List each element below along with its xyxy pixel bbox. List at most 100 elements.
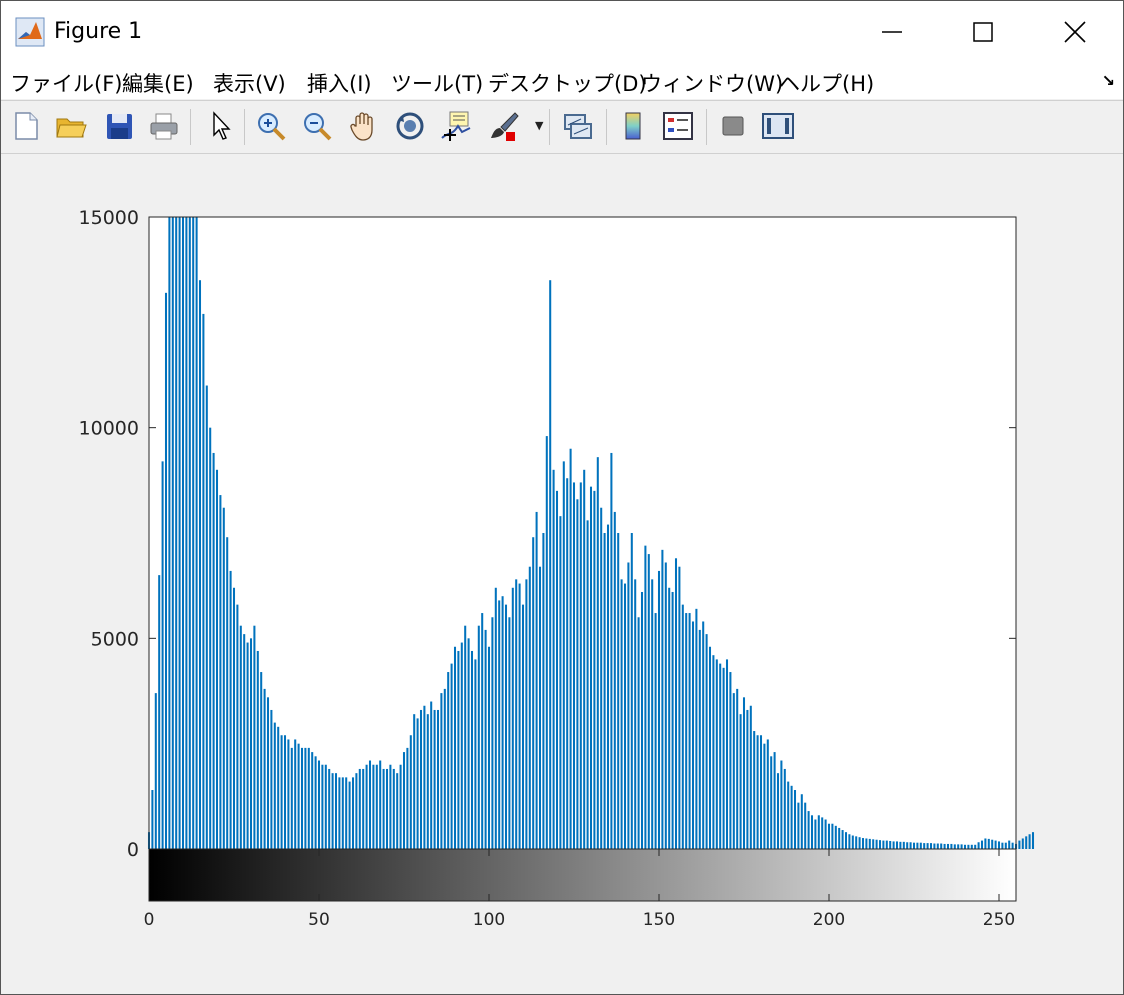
histogram-bar (518, 583, 521, 849)
edit-plot-button[interactable] (203, 108, 237, 144)
histogram-bar (698, 629, 701, 849)
histogram-bar (494, 587, 497, 849)
x-tick-label: 0 (144, 910, 155, 930)
maximize-button[interactable] (937, 1, 1029, 63)
histogram-bar (226, 537, 229, 849)
toolbar-separator (244, 109, 245, 145)
histogram-bar (753, 731, 756, 849)
histogram-bar (440, 693, 443, 849)
new-figure-button[interactable] (9, 108, 43, 144)
histogram-bar (583, 469, 586, 849)
insert-legend-button[interactable] (661, 108, 695, 144)
histogram-bar (872, 839, 875, 849)
histogram-bar (844, 832, 848, 849)
histogram-bar (552, 469, 555, 849)
rotate-3d-button[interactable] (393, 108, 427, 144)
histogram-bar (314, 756, 317, 849)
brush-dropdown-icon[interactable]: ▼ (535, 119, 543, 132)
histogram-bar (521, 604, 525, 849)
link-plot-button[interactable] (561, 108, 595, 144)
menu-tools[interactable]: ツール(T) (391, 68, 483, 98)
print-button[interactable] (147, 108, 181, 144)
toolbar-separator (606, 109, 607, 145)
minimize-button[interactable] (846, 1, 938, 63)
histogram-bar (419, 709, 423, 849)
histogram-bar (249, 638, 253, 849)
histogram-bar (256, 650, 259, 849)
menu-window[interactable]: ウィンドウ(W) (641, 68, 783, 98)
histogram-bar (766, 739, 769, 849)
show-plot-tools-button[interactable] (761, 108, 795, 144)
colorbar-icon (625, 112, 641, 140)
histogram-bar (222, 507, 225, 849)
insert-colorbar-button[interactable] (616, 108, 650, 144)
histogram-bar (742, 697, 746, 849)
maximize-icon (973, 22, 993, 42)
histogram-bar (1021, 838, 1024, 849)
histogram-bar (532, 537, 535, 849)
histogram-bar (300, 747, 304, 849)
histogram-bar (450, 663, 453, 849)
histogram-bar (858, 837, 861, 849)
x-tick-label: 50 (308, 910, 330, 930)
histogram-bar (205, 385, 208, 849)
histogram-bar (368, 760, 372, 849)
menu-desktop[interactable]: デスクトップ(D) (488, 68, 647, 98)
figure-toolbar: ▼ (1, 100, 1123, 154)
histogram-bar (739, 714, 742, 849)
histogram-bar (620, 579, 623, 849)
data-tip-icon (441, 111, 471, 141)
histogram-bar (688, 613, 691, 849)
title-bar[interactable]: Figure 1 (1, 1, 1123, 63)
menu-help[interactable]: ヘルプ(H) (779, 68, 874, 98)
histogram-bar (175, 217, 178, 849)
histogram-bar (382, 768, 385, 849)
histogram-bar (899, 841, 902, 849)
histogram-bar (151, 790, 154, 849)
histogram-bar (746, 709, 749, 849)
hide-plot-tools-button[interactable] (716, 108, 750, 144)
menu-file[interactable]: ファイル(F) (10, 68, 122, 98)
menu-view[interactable]: 表示(V) (213, 68, 286, 98)
data-cursor-button[interactable] (439, 108, 473, 144)
histogram-bar (916, 842, 919, 849)
histogram-bar (963, 844, 967, 849)
dock-arrow-icon[interactable]: ↘ (1102, 71, 1115, 90)
zoom-out-button[interactable] (300, 108, 334, 144)
histogram-bar (345, 777, 348, 849)
histogram-chart[interactable]: 0 5000 10000 15000 0 50 100 150 200 250 (1, 153, 1123, 993)
histogram-bar (392, 768, 395, 849)
y-tick-label: 10000 (79, 418, 139, 440)
menu-insert[interactable]: 挿入(I) (307, 68, 372, 98)
menu-edit[interactable]: 編集(E) (122, 68, 194, 98)
window-title: Figure 1 (54, 19, 143, 44)
histogram-bar (209, 427, 212, 849)
close-button[interactable] (1029, 1, 1121, 63)
histogram-bar (627, 562, 630, 849)
zoom-in-button[interactable] (254, 108, 288, 144)
matlab-icon (15, 17, 45, 47)
histogram-bar (158, 575, 161, 849)
histogram-bar (453, 646, 457, 849)
histogram-bar (290, 747, 293, 849)
save-button[interactable] (102, 108, 136, 144)
histogram-bar (572, 482, 576, 849)
histogram-bar (600, 507, 603, 849)
histogram-bar (984, 838, 987, 849)
histogram-bar (875, 839, 878, 849)
histogram-bar (549, 280, 552, 849)
histogram-bar (892, 841, 895, 849)
histogram-bar (188, 217, 191, 849)
histogram-bar (525, 579, 528, 849)
brush-button[interactable] (486, 108, 520, 144)
histogram-bar (722, 667, 725, 849)
toolbar-separator (706, 109, 707, 145)
histogram-bar (430, 701, 433, 849)
histogram-bar (838, 827, 841, 849)
histogram-bar (379, 760, 382, 849)
histogram-bar (399, 764, 402, 849)
open-file-button[interactable] (54, 108, 88, 144)
pan-button[interactable] (347, 108, 381, 144)
x-tick-label: 150 (643, 910, 675, 930)
histogram-bar (946, 843, 950, 849)
